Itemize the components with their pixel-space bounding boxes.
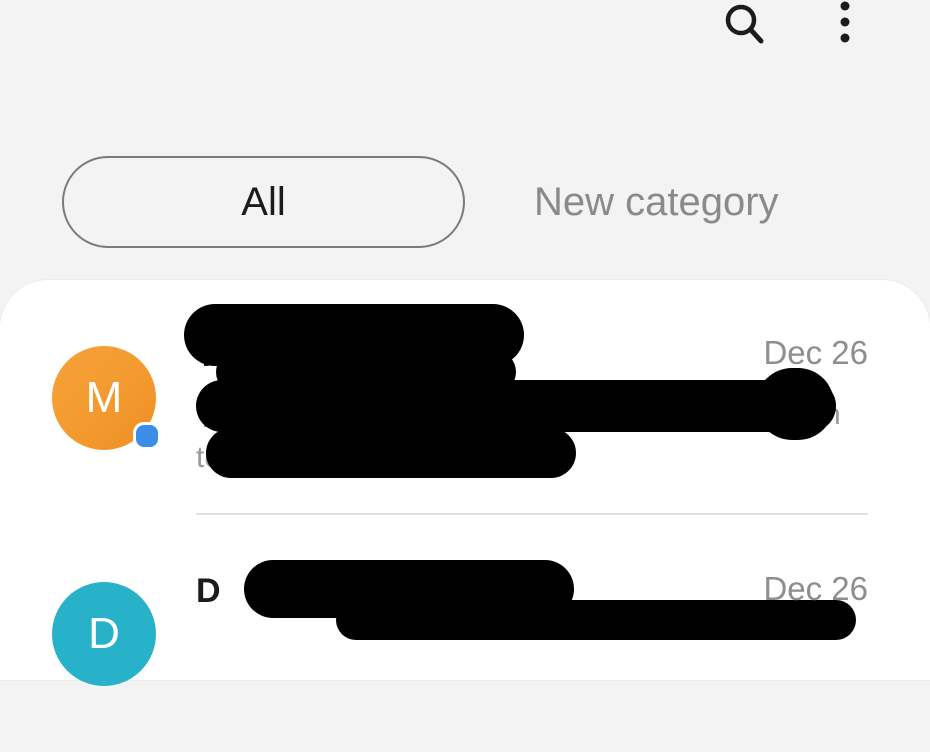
avatar-letter: D [88,609,120,658]
more-options-button[interactable] [827,0,863,50]
conversation-date: Dec 26 [763,570,868,607]
category-tabs: All New category [62,156,862,248]
redaction-mark [756,368,834,440]
conversation-name: D [196,572,221,610]
category-new-chip[interactable]: New category [502,156,822,248]
unread-indicator [133,422,161,450]
avatar-letter: M [85,373,123,422]
category-all-chip[interactable]: All [62,156,465,248]
category-all-label: All [241,179,286,224]
search-icon [725,4,764,44]
conversation-item[interactable]: M T T te n Dec 26 [0,280,930,516]
conversation-item[interactable]: D D Dec 26 [0,516,930,752]
redaction-mark [196,380,836,432]
search-button[interactable] [715,0,775,50]
category-new-label: New category [534,179,779,224]
conversation-list: M T T te n Dec 26 D D Dec 2 [0,280,930,686]
divider [196,513,868,515]
more-vertical-icon [840,1,850,43]
avatar[interactable]: D [52,582,156,686]
redaction-mark [206,428,576,478]
conversation-date: Dec 26 [763,334,868,371]
conversation-text: D [196,560,856,724]
conversation-text: T T te n [184,304,841,488]
